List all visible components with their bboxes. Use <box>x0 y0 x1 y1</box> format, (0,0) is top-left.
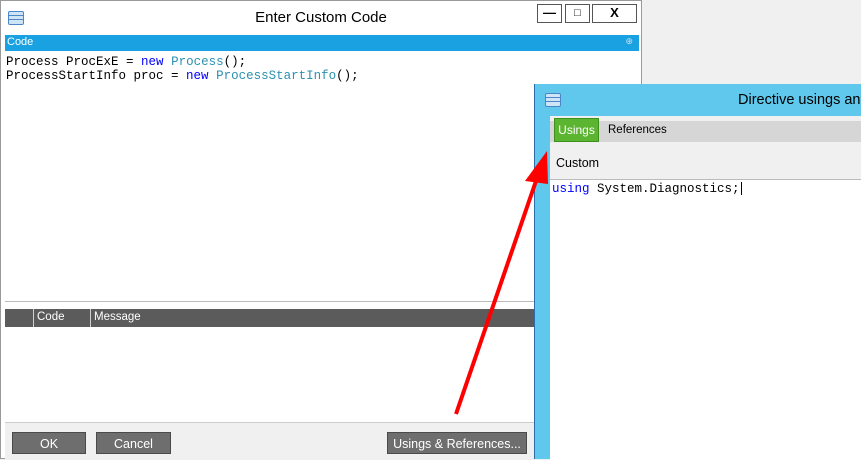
maximize-button[interactable]: □ <box>565 4 590 23</box>
code-token: new <box>186 69 209 83</box>
title-bar: Enter Custom Code — □ X <box>1 1 641 34</box>
tab-usings[interactable]: Usings <box>554 118 599 142</box>
grid-column-divider <box>33 309 34 327</box>
grid-column-divider <box>90 309 91 327</box>
code-line-1: Process ProcExE = new Process(); <box>6 55 246 69</box>
code-panel-label: Code <box>7 36 34 48</box>
usings-editor[interactable]: using System.Diagnostics; <box>550 179 861 460</box>
text-caret <box>740 182 742 196</box>
usings-code-line: using System.Diagnostics; <box>552 182 742 196</box>
window-frame <box>535 116 550 459</box>
grid-column-message[interactable]: Message <box>94 311 141 323</box>
custom-label: Custom <box>556 156 600 170</box>
close-button[interactable]: X <box>592 4 637 23</box>
code-token: ProcessStartInfo proc = <box>6 69 187 83</box>
window-title-directives: Directive usings an <box>738 92 861 108</box>
pin-icon[interactable]: ⊕ <box>625 36 633 47</box>
code-line-2: ProcessStartInfo proc = new ProcessStart… <box>6 69 359 83</box>
minimize-button[interactable]: — <box>537 4 562 23</box>
app-icon <box>545 93 561 107</box>
code-token: ProcessStartInfo <box>216 69 337 83</box>
code-panel-header: Code ⊕ <box>5 35 639 51</box>
usings-references-button[interactable]: Usings & References... <box>387 432 527 454</box>
grid-column-code[interactable]: Code <box>37 311 65 323</box>
code-token: System.Diagnostics; <box>589 182 740 196</box>
code-token: (); <box>336 69 359 83</box>
tab-references[interactable]: References <box>608 124 667 136</box>
cancel-button[interactable]: Cancel <box>96 432 171 454</box>
code-token: Process <box>171 55 224 69</box>
code-token: using <box>552 182 590 196</box>
code-token: Process ProcExE = <box>6 55 142 69</box>
title-bar-directives: Directive usings an <box>535 84 861 116</box>
directive-usings-window: Directive usings an Usings References Cu… <box>534 84 861 460</box>
code-token: (); <box>223 55 247 69</box>
code-token: new <box>141 55 164 69</box>
ok-button[interactable]: OK <box>12 432 86 454</box>
